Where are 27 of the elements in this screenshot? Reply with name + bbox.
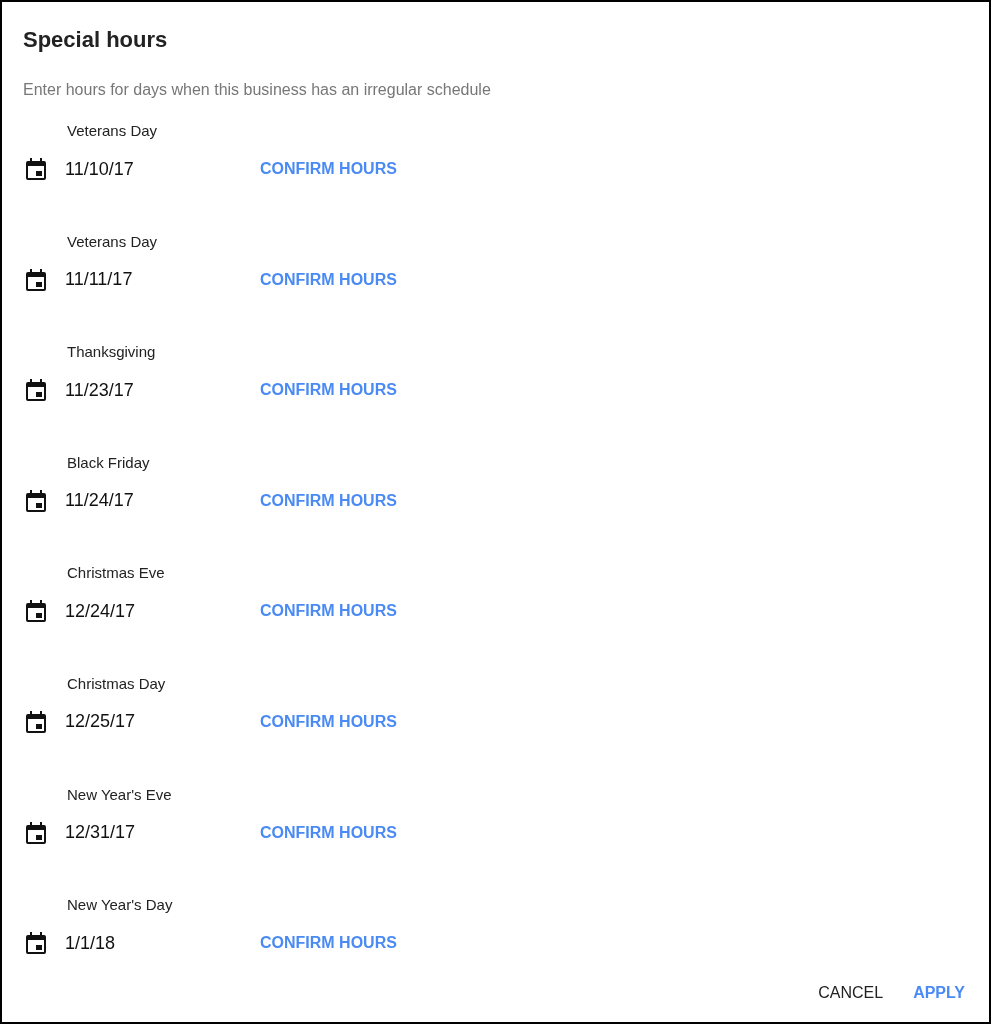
calendar-icon[interactable] [26, 268, 46, 291]
calendar-icon[interactable] [26, 821, 46, 844]
dialog-title: Special hours [23, 26, 169, 54]
date-field[interactable]: 1/1/18 [65, 932, 260, 954]
calendar-icon[interactable] [26, 489, 46, 512]
date-field[interactable]: 12/24/17 [65, 600, 260, 622]
date-field[interactable]: 12/25/17 [65, 711, 260, 733]
date-field[interactable]: 12/31/17 [65, 822, 260, 844]
holiday-name: Veterans Day [67, 231, 159, 252]
date-field[interactable]: 11/24/17 [65, 490, 260, 512]
date-field[interactable]: 11/10/17 [65, 158, 260, 180]
holiday-name: Thanksgiving [67, 342, 157, 363]
holiday-name: Veterans Day [67, 121, 159, 141]
cancel-button[interactable]: CANCEL [810, 975, 892, 1012]
calendar-icon[interactable] [26, 600, 46, 623]
holiday-name: New Year's Day [67, 895, 174, 916]
holiday-name: New Year's Eve [67, 784, 173, 805]
holiday-name: Christmas Eve [67, 563, 166, 584]
date-field[interactable]: 11/11/17 [65, 269, 260, 291]
dialog-subtitle: Enter hours for days when this business has an irregular schedule [23, 80, 492, 100]
calendar-icon[interactable] [26, 379, 46, 402]
holiday-name: Christmas Day [67, 673, 167, 694]
calendar-icon[interactable] [26, 710, 46, 733]
calendar-icon[interactable] [26, 158, 46, 180]
calendar-icon[interactable] [26, 932, 46, 955]
date-field[interactable]: 11/23/17 [65, 379, 260, 401]
holiday-name: Black Friday [67, 452, 151, 473]
